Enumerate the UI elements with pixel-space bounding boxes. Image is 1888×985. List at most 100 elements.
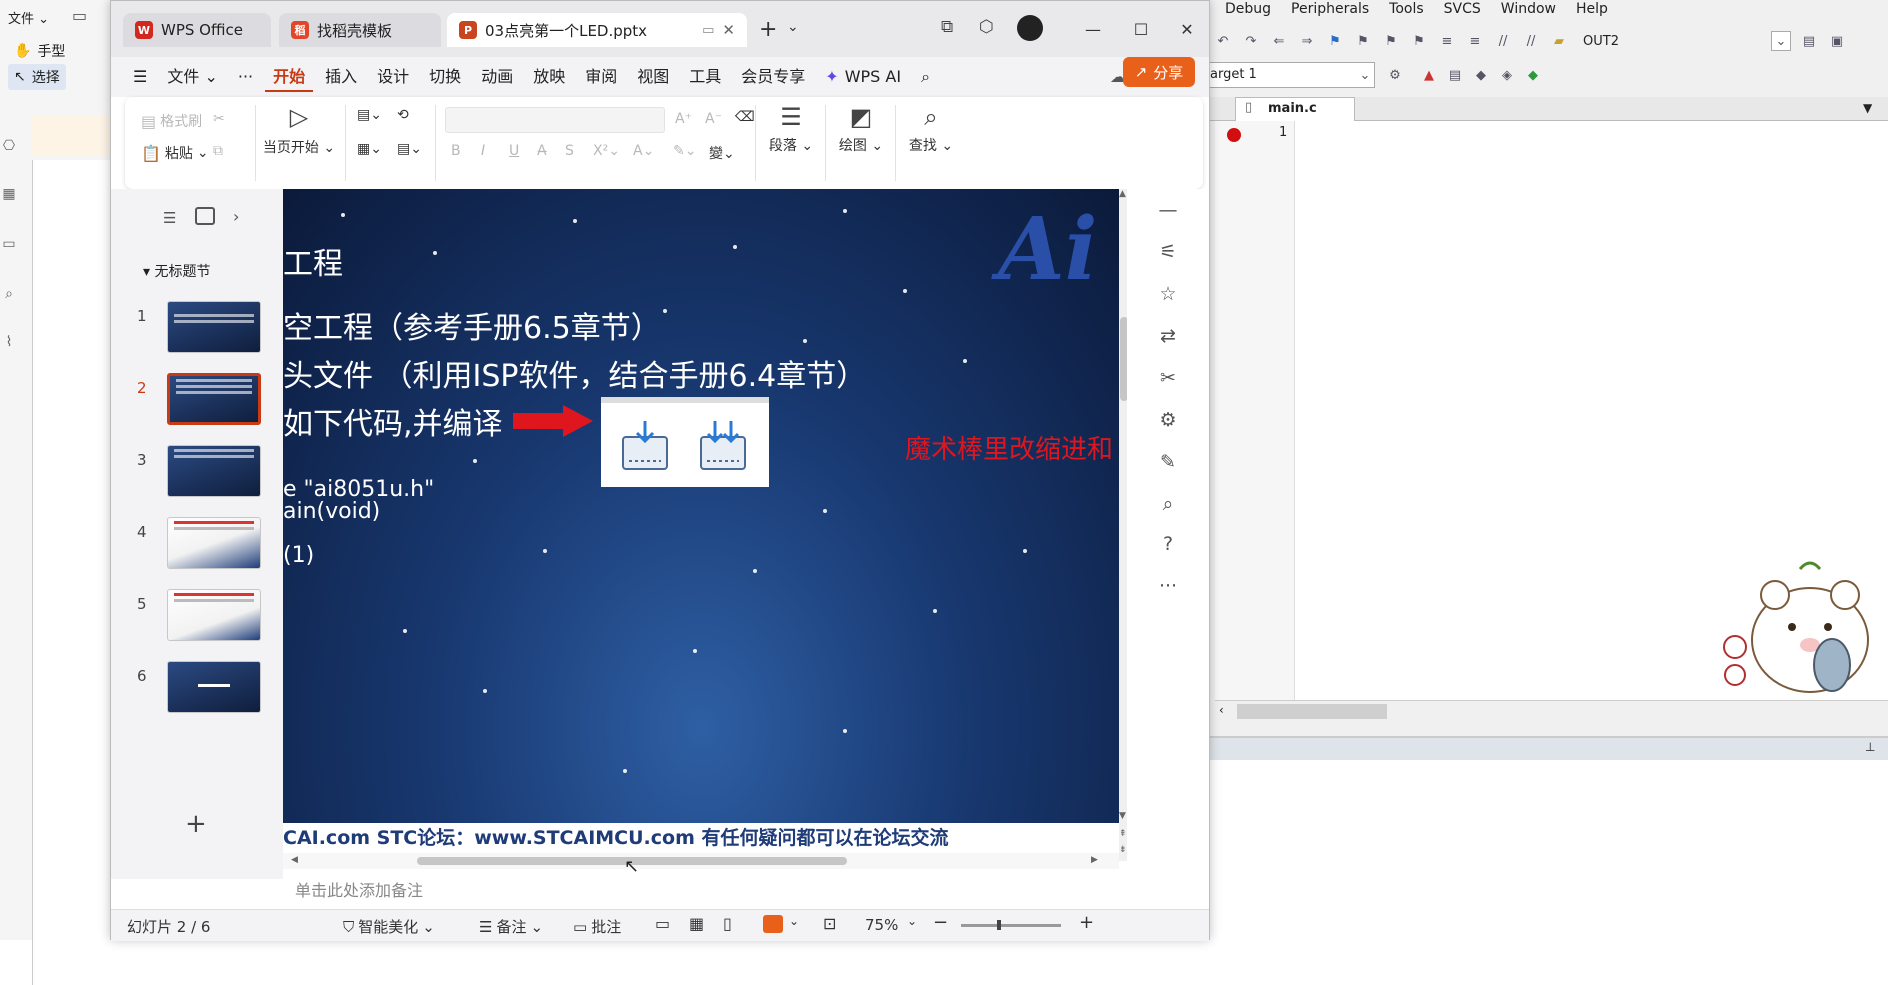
multi-window-icon[interactable]: ⧉ [941, 17, 953, 37]
keil-menu-svcs[interactable]: SVCS [1444, 1, 1481, 17]
tab-wps-office[interactable]: W WPS Office [123, 13, 271, 47]
smart-beautify-button[interactable]: ⛉ 智能美化 ⌄ [343, 916, 435, 937]
thumbnail-view-icon[interactable] [195, 207, 215, 225]
slide-thumbnail-4[interactable] [167, 517, 261, 569]
format-painter-button[interactable]: ▤ 格式刷 [141, 111, 202, 131]
uncomment-line-icon[interactable]: // [1521, 31, 1541, 51]
find-in-files-icon[interactable]: ▤ [1799, 31, 1819, 51]
slideshow-options-icon[interactable]: ⌄ [789, 914, 799, 928]
new-tab-icon[interactable]: + [759, 17, 777, 42]
app-center-icon[interactable]: ⬡ [979, 17, 994, 37]
tools-icon[interactable]: ✂ [1155, 365, 1181, 391]
keil-target-combo[interactable]: OUT2 [1583, 34, 1763, 49]
keil-menu-tools[interactable]: Tools [1389, 1, 1424, 17]
select-tool-button[interactable]: ↖ 选择 [8, 64, 66, 90]
menu-insert[interactable]: 插入 [317, 62, 365, 92]
search-icon[interactable]: ⌕ [0, 286, 18, 304]
font-family-select[interactable] [445, 107, 665, 133]
comment-icon[interactable]: ▭ [0, 236, 18, 254]
bookmark-prev-icon[interactable]: ⚑ [1353, 31, 1373, 51]
bold-icon[interactable]: B [451, 143, 461, 159]
tab-docer-templates[interactable]: 稻 找稻壳模板 [279, 13, 441, 47]
slide-thumbnail-2[interactable] [167, 373, 261, 425]
highlight-icon[interactable]: ✎⌄ [673, 143, 696, 159]
keil-menu-peripherals[interactable]: Peripherals [1291, 1, 1369, 17]
keil-menu-help[interactable]: Help [1576, 1, 1608, 17]
help-icon[interactable]: ? [1155, 531, 1181, 557]
zoom-in-icon[interactable]: + [1079, 912, 1094, 933]
incremental-find-icon[interactable]: ▣ [1827, 31, 1847, 51]
cut-icon[interactable]: ✂ [213, 111, 225, 127]
play-slideshow-icon[interactable] [763, 915, 783, 933]
keil-menu-debug[interactable]: Debug [1225, 1, 1271, 17]
more-menu-icon[interactable]: ··· [230, 62, 261, 92]
layout-icon[interactable]: ▦⌄ [357, 141, 382, 157]
add-slide-icon[interactable]: + [185, 809, 207, 839]
slide-thumbnail-3[interactable] [167, 445, 261, 497]
scroll-left-icon[interactable]: ‹ [1219, 703, 1224, 717]
strikethrough-icon[interactable]: A̶ [537, 143, 547, 159]
comments-button[interactable]: ▭ 批注 [573, 916, 621, 937]
scroll-left-icon[interactable]: ◀ [291, 855, 298, 865]
reading-view-icon[interactable]: ▯ [723, 914, 732, 933]
share-button[interactable]: ↗ 分享 [1123, 57, 1195, 87]
collapse-pane-icon[interactable]: › [233, 207, 239, 226]
collapse-rail-icon[interactable]: — [1155, 197, 1181, 223]
normal-view-icon[interactable]: ▭ [655, 914, 670, 933]
scroll-down-icon[interactable]: ▼ [1119, 811, 1126, 821]
close-tab-icon[interactable]: ✕ [722, 21, 735, 39]
new-slide-icon[interactable]: ▤⌄ [357, 107, 382, 123]
slide-hscroll[interactable]: ◀ ▶ [283, 853, 1119, 869]
wps-ai-button[interactable]: ✦ WPS AI [817, 62, 909, 92]
bookmark-next-icon[interactable]: ⚑ [1381, 31, 1401, 51]
file-menu[interactable]: 文件 ⌄ [159, 62, 226, 92]
animation-pane-icon[interactable]: ✎ [1155, 449, 1181, 475]
grid-icon[interactable]: ▦ [0, 186, 18, 204]
slide-canvas[interactable]: Ai 工程 空工程（参考手册6.5章节） 头文件 （利用ISP软件，结合手册6.… [283, 189, 1119, 823]
breakpoint-icon[interactable] [1227, 128, 1241, 142]
menu-animation[interactable]: 动画 [473, 62, 521, 92]
undo-icon[interactable]: ↶ [1213, 31, 1233, 51]
font-shrink-icon[interactable]: A⁻ [705, 111, 722, 127]
outline-view-icon[interactable]: ☰ [163, 209, 176, 227]
char-spacing-icon[interactable]: 變⌄ [709, 143, 735, 163]
nav-back-icon[interactable]: ⇐ [1269, 31, 1289, 51]
favorite-icon[interactable]: ☆ [1155, 281, 1181, 307]
nav-forward-icon[interactable]: ⇒ [1297, 31, 1317, 51]
italic-icon[interactable]: I [481, 143, 485, 159]
menu-member[interactable]: 会员专享 [733, 62, 813, 92]
tab-current-pptx[interactable]: P 03点亮第一个LED.pptx ▭ ✕ [447, 13, 747, 47]
draw-button[interactable]: ◩ 绘图 ⌄ [831, 103, 891, 155]
maximize-button[interactable]: ☐ [1121, 13, 1161, 45]
superscript-icon[interactable]: X²⌄ [593, 143, 620, 159]
copy-icon[interactable]: ⧉ [213, 143, 223, 159]
pack-installer-icon[interactable]: ◆ [1471, 65, 1491, 85]
pin-icon[interactable]: ⊥ [1865, 740, 1875, 754]
reading-icon[interactable]: ⌕ [1155, 491, 1181, 517]
run-time-env-icon[interactable]: ◈ [1497, 65, 1517, 85]
editor-hscroll[interactable]: ‹ [1215, 700, 1888, 722]
bookmark-flag-icon[interactable]: ⚑ [1325, 31, 1345, 51]
menu-slideshow[interactable]: 放映 [525, 62, 573, 92]
menu-view[interactable]: 视图 [629, 62, 677, 92]
notes-area[interactable]: 单击此处添加备注 [283, 869, 1209, 909]
unindent-icon[interactable]: ≡ [1465, 31, 1485, 51]
open-folder-icon[interactable]: ▰ [1549, 31, 1569, 51]
section-icon[interactable]: ▤⌄ [397, 141, 422, 157]
slide-thumbnail-6[interactable] [167, 661, 261, 713]
options-for-target-icon[interactable]: ⚙ [1385, 65, 1405, 85]
menu-home[interactable]: 开始 [265, 62, 314, 92]
combo-dropdown-icon[interactable]: ⌄ [1771, 31, 1791, 51]
fit-window-icon[interactable]: ⊡ [823, 914, 836, 933]
hamburger-icon[interactable]: ☰ [125, 62, 155, 92]
zoom-out-icon[interactable]: − [933, 912, 948, 933]
font-grow-icon[interactable]: A⁺ [675, 111, 692, 127]
zoom-slider-thumb[interactable] [997, 920, 1001, 930]
paragraph-button[interactable]: ☰ 段落 ⌄ [761, 103, 821, 155]
attachment-icon[interactable]: ⌇ [0, 334, 18, 352]
section-header[interactable]: ▾ 无标题节 [143, 261, 210, 281]
close-window-button[interactable]: ✕ [1167, 13, 1207, 45]
next-slide-icon[interactable]: ⇟ [1119, 845, 1127, 855]
pdf-file-menu[interactable]: 文件 ⌄ [8, 8, 49, 27]
paste-button[interactable]: 📋 粘贴 ⌄ [141, 143, 209, 163]
